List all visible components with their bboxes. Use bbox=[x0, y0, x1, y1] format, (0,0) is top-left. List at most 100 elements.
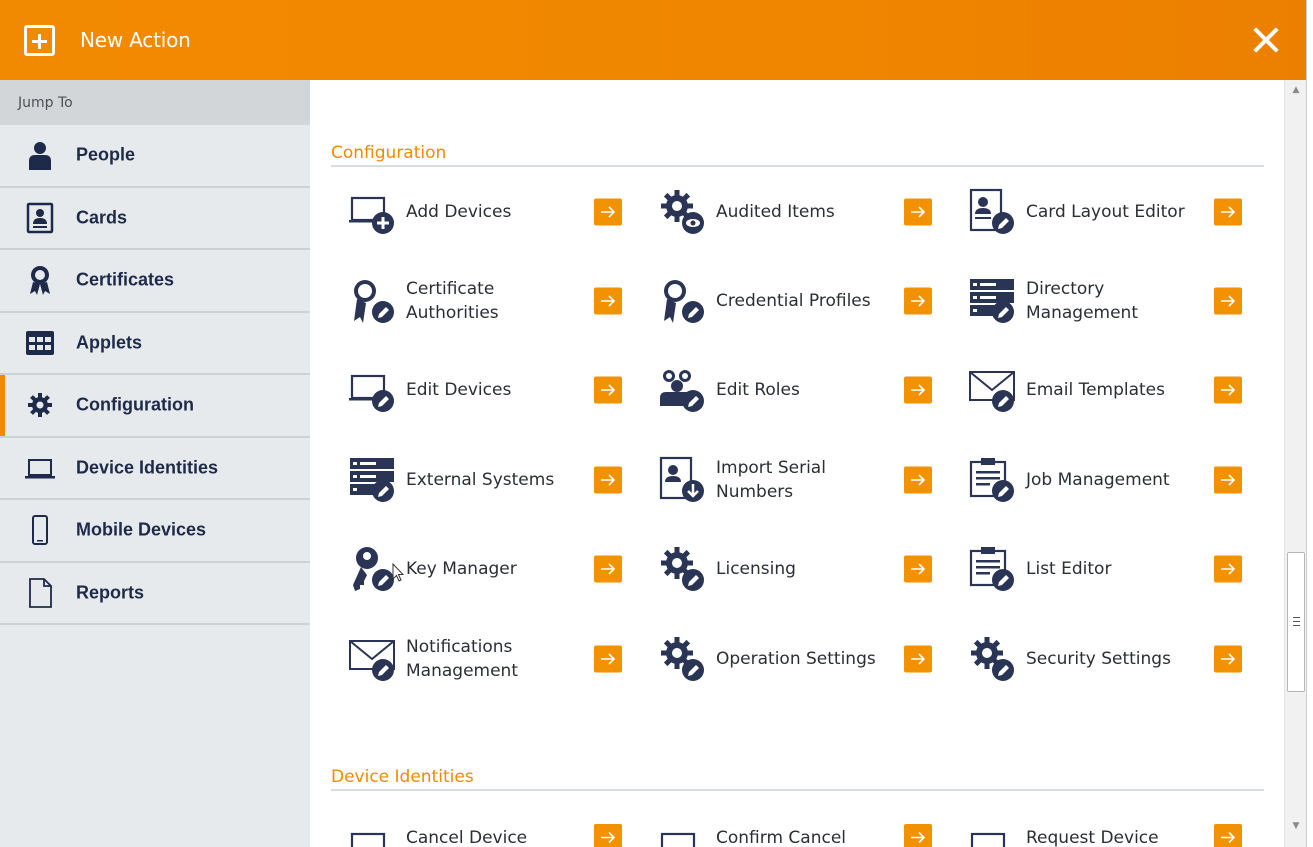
arrow-right-icon[interactable] bbox=[1214, 198, 1242, 226]
tile-label: Edit Roles bbox=[716, 380, 800, 400]
tile-add-devices[interactable]: Add Devices bbox=[349, 184, 624, 240]
dialog-title: New Action bbox=[80, 28, 191, 52]
tile-credential-profiles[interactable]: Credential Profiles bbox=[659, 273, 934, 329]
jump-to-sidebar: Jump To People Cards Certificates Applet… bbox=[0, 80, 310, 847]
tile-list-editor[interactable]: List Editor bbox=[969, 541, 1244, 597]
tile-audited-items[interactable]: Audited Items bbox=[659, 184, 934, 240]
laptop-edit-icon bbox=[349, 374, 394, 412]
tile-edit-devices[interactable]: Edit Devices bbox=[349, 362, 624, 418]
arrow-right-icon[interactable] bbox=[594, 198, 622, 226]
sidebar-item-label: Cards bbox=[76, 207, 128, 228]
tile-email-templates[interactable]: Email Templates bbox=[969, 362, 1244, 418]
tile-security-settings[interactable]: Security Settings bbox=[969, 631, 1244, 687]
arrow-right-icon[interactable] bbox=[594, 466, 622, 494]
sidebar-item-label: People bbox=[76, 144, 136, 165]
tile-edit-roles[interactable]: Edit Roles bbox=[659, 362, 934, 418]
grip-icon bbox=[1293, 617, 1300, 626]
tile-key-manager[interactable]: Key Manager bbox=[349, 541, 624, 597]
tile-label: Credential Profiles bbox=[716, 291, 871, 311]
laptop-icon bbox=[660, 832, 696, 847]
sidebar-item-label: Configuration bbox=[76, 394, 194, 415]
actions-content-pane: Configuration Add Devices Audited Items … bbox=[310, 80, 1284, 847]
section-divider bbox=[331, 789, 1264, 791]
sidebar-item-label: Certificates bbox=[76, 269, 175, 290]
arrow-right-icon[interactable] bbox=[1214, 466, 1242, 494]
arrow-right-icon[interactable] bbox=[904, 287, 932, 315]
tile-label: Confirm Cancel bbox=[716, 828, 846, 847]
sidebar-item-reports[interactable]: Reports bbox=[0, 563, 310, 625]
tile-label: Directory Management bbox=[1026, 279, 1138, 323]
arrow-right-icon[interactable] bbox=[904, 376, 932, 404]
arrow-right-icon[interactable] bbox=[1214, 824, 1242, 847]
tile-label: List Editor bbox=[1026, 559, 1112, 579]
sidebar-item-people[interactable]: People bbox=[0, 125, 310, 188]
tile-licensing[interactable]: Licensing bbox=[659, 541, 934, 597]
tile-label: Certificate Authorities bbox=[406, 279, 499, 323]
tile-operation-settings[interactable]: Operation Settings bbox=[659, 631, 934, 687]
tile-notifications-management[interactable]: Notifications Management bbox=[349, 631, 624, 687]
arrow-right-icon[interactable] bbox=[1214, 376, 1242, 404]
mobile-phone-icon bbox=[32, 515, 48, 546]
arrow-right-icon[interactable] bbox=[594, 645, 622, 673]
person-icon bbox=[29, 142, 51, 171]
tile-import-serial-numbers[interactable]: Import Serial Numbers bbox=[659, 452, 934, 508]
server-edit-icon bbox=[350, 458, 394, 502]
tile-cancel-device[interactable]: Cancel Device bbox=[349, 810, 624, 847]
sidebar-item-device-identities[interactable]: Device Identities bbox=[0, 438, 310, 500]
sidebar-item-certificates[interactable]: Certificates bbox=[0, 250, 310, 313]
laptop-icon bbox=[970, 832, 1006, 847]
tile-card-layout-editor[interactable]: Card Layout Editor bbox=[969, 184, 1244, 240]
envelope-edit-icon bbox=[349, 640, 395, 681]
applets-grid-icon bbox=[26, 330, 54, 355]
clipboard-edit-icon bbox=[969, 458, 1014, 502]
envelope-edit-icon bbox=[969, 371, 1015, 412]
arrow-right-icon[interactable] bbox=[594, 824, 622, 847]
arrow-right-icon[interactable] bbox=[1214, 645, 1242, 673]
arrow-right-icon[interactable] bbox=[904, 555, 932, 583]
section-title-device-identities: Device Identities bbox=[331, 767, 474, 787]
tile-confirm-cancel[interactable]: Confirm Cancel bbox=[659, 810, 934, 847]
sidebar-item-configuration[interactable]: Configuration bbox=[0, 375, 310, 438]
tile-request-device[interactable]: Request Device bbox=[969, 810, 1244, 847]
tile-label: Security Settings bbox=[1026, 649, 1171, 669]
tile-external-systems[interactable]: External Systems bbox=[349, 452, 624, 508]
tile-certificate-authorities[interactable]: Certificate Authorities bbox=[349, 273, 624, 329]
arrow-right-icon[interactable] bbox=[1214, 287, 1242, 315]
tile-label: Key Manager bbox=[406, 559, 517, 579]
tile-label: Email Templates bbox=[1026, 380, 1165, 400]
arrow-right-icon[interactable] bbox=[904, 198, 932, 226]
laptop-add-icon bbox=[349, 196, 394, 234]
gear-eye-icon bbox=[661, 190, 704, 234]
sidebar-item-mobile-devices[interactable]: Mobile Devices bbox=[0, 500, 310, 563]
sidebar-item-cards[interactable]: Cards bbox=[0, 188, 310, 250]
section-title-configuration: Configuration bbox=[331, 143, 447, 163]
scroll-down-arrow-icon[interactable]: ▼ bbox=[1290, 820, 1302, 832]
tile-label: Edit Devices bbox=[406, 380, 512, 400]
group-edit-icon bbox=[660, 370, 704, 412]
gear-icon bbox=[28, 393, 52, 418]
arrow-right-icon[interactable] bbox=[904, 824, 932, 847]
jump-to-label: Jump To bbox=[0, 80, 310, 125]
laptop-icon bbox=[350, 832, 386, 847]
dialog-header: New Action bbox=[0, 0, 1306, 80]
arrow-right-icon[interactable] bbox=[594, 376, 622, 404]
card-download-icon bbox=[659, 456, 704, 502]
arrow-right-icon[interactable] bbox=[594, 287, 622, 315]
arrow-right-icon[interactable] bbox=[594, 555, 622, 583]
tile-label: Import Serial Numbers bbox=[716, 458, 826, 502]
close-icon[interactable] bbox=[1250, 24, 1282, 56]
key-edit-icon bbox=[353, 547, 394, 591]
arrow-right-icon[interactable] bbox=[904, 645, 932, 673]
arrow-right-icon[interactable] bbox=[1214, 555, 1242, 583]
scrollbar-thumb[interactable] bbox=[1287, 552, 1305, 692]
arrow-right-icon[interactable] bbox=[904, 466, 932, 494]
clipboard-edit-icon bbox=[969, 547, 1014, 591]
tile-label: Operation Settings bbox=[716, 649, 876, 669]
tile-directory-management[interactable]: Directory Management bbox=[969, 273, 1244, 329]
tile-job-management[interactable]: Job Management bbox=[969, 452, 1244, 508]
scroll-up-arrow-icon[interactable]: ▲ bbox=[1290, 84, 1302, 96]
vertical-scrollbar[interactable]: ▲ ▼ bbox=[1284, 80, 1306, 847]
mouse-pointer-icon bbox=[392, 563, 404, 582]
tile-label: Request Device bbox=[1026, 828, 1159, 847]
sidebar-item-applets[interactable]: Applets bbox=[0, 313, 310, 375]
